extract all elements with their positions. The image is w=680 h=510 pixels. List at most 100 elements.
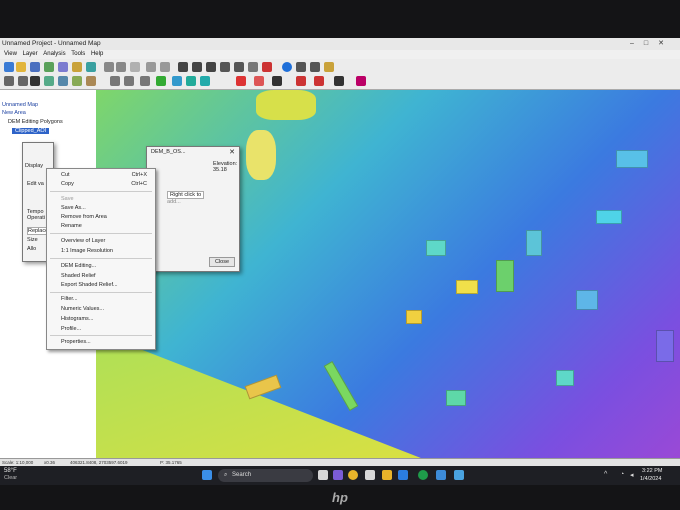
save-icon[interactable]	[30, 62, 40, 72]
value-field-hint[interactable]: Right click to	[167, 191, 205, 199]
menu-item-save-as[interactable]: Save As...	[61, 204, 86, 212]
font-icon[interactable]	[334, 76, 344, 86]
task-view-icon[interactable]	[318, 470, 328, 480]
layer-item-map[interactable]: Unnamed Map	[2, 102, 38, 108]
copy-icon[interactable]	[116, 62, 126, 72]
label-style-icon[interactable]	[356, 76, 366, 86]
chrome-icon[interactable]	[348, 470, 358, 480]
menu-item-profile[interactable]: Profile...	[61, 325, 81, 333]
menu-help[interactable]: Help	[91, 50, 103, 59]
rectangle-tool-icon[interactable]	[86, 76, 96, 86]
layer-icon[interactable]	[44, 62, 54, 72]
clock-time[interactable]: 3:22 PM	[642, 468, 662, 474]
menu-item-cut[interactable]: Cut	[61, 171, 70, 179]
menu-item-export-relief[interactable]: Export Shaded Relief...	[61, 281, 118, 289]
menu-item-remove[interactable]: Remove from Area	[61, 213, 107, 221]
table-icon[interactable]	[296, 62, 306, 72]
xbox-icon[interactable]	[418, 470, 428, 480]
close-button[interactable]: Close	[208, 257, 235, 267]
menu-layer[interactable]: Layer	[23, 50, 38, 59]
building	[446, 390, 466, 406]
measure-icon[interactable]	[310, 62, 320, 72]
layer-item-polygons[interactable]: DEM Editing Polygons	[8, 119, 63, 125]
3d-view-icon[interactable]	[172, 76, 182, 86]
close-icon[interactable]: ✕	[229, 148, 235, 156]
paste-icon[interactable]	[130, 62, 140, 72]
chat-icon[interactable]	[333, 470, 343, 480]
terrain-icon[interactable]	[186, 76, 196, 86]
crosshair-icon[interactable]	[236, 76, 246, 86]
volume-icon[interactable]: ◂	[630, 471, 634, 479]
raster-icon[interactable]	[72, 62, 82, 72]
edit-vertex-icon[interactable]	[18, 76, 28, 86]
wifi-icon[interactable]: ◔	[620, 471, 624, 478]
menu-item-dem-editing[interactable]: DEM Editing...	[61, 262, 96, 270]
window-controls[interactable]: –□✕	[630, 38, 674, 50]
building	[426, 240, 446, 256]
new-map-icon[interactable]	[4, 62, 14, 72]
weather-temp[interactable]: 58°F	[4, 468, 17, 474]
point-tool-icon[interactable]	[72, 76, 82, 86]
zoom-previous-icon[interactable]	[234, 62, 244, 72]
app-icon[interactable]	[436, 470, 446, 480]
menu-item-shaded-relief[interactable]: Shaded Relief	[61, 272, 96, 280]
zoom-in-icon[interactable]	[178, 62, 188, 72]
building	[596, 210, 622, 224]
line-color-icon[interactable]	[314, 76, 324, 86]
info-icon[interactable]	[282, 62, 292, 72]
menu-item-rename[interactable]: Rename	[61, 222, 82, 230]
store-icon[interactable]	[365, 470, 375, 480]
contour-icon[interactable]	[200, 76, 210, 86]
edge-icon[interactable]	[398, 470, 408, 480]
building	[616, 150, 648, 168]
zoom-out-icon[interactable]	[192, 62, 202, 72]
menu-view[interactable]: View	[4, 50, 17, 59]
file-explorer-icon[interactable]	[382, 470, 392, 480]
dem-icon[interactable]	[86, 62, 96, 72]
pan-icon[interactable]	[248, 62, 258, 72]
menu-item-histograms[interactable]: Histograms...	[61, 315, 93, 323]
digitize-icon[interactable]	[110, 76, 120, 86]
menu-tools[interactable]: Tools	[71, 50, 85, 59]
text-tool-icon[interactable]	[30, 76, 40, 86]
search-map-icon[interactable]	[324, 62, 334, 72]
draw-icon[interactable]	[272, 76, 282, 86]
select-arrow-icon[interactable]	[4, 76, 14, 86]
polygon-tool-icon[interactable]	[58, 76, 68, 86]
menu-item-overview[interactable]: Overview of Layer	[61, 237, 105, 245]
snap-icon[interactable]	[124, 76, 134, 86]
map-app-icon[interactable]	[454, 470, 464, 480]
menu-item-filter[interactable]: Filter...	[61, 295, 78, 303]
menu-item-copy[interactable]: Copy	[61, 180, 74, 188]
grid-icon[interactable]	[58, 62, 68, 72]
allow-checkbox[interactable]: Allo	[27, 246, 36, 252]
menu-analysis[interactable]: Analysis	[43, 50, 65, 59]
menu-item-save[interactable]: Save	[61, 195, 74, 203]
layer-item-clipped[interactable]: Clipped_AOI	[12, 128, 50, 134]
redo-icon[interactable]	[160, 62, 170, 72]
refresh-icon[interactable]	[262, 62, 272, 72]
building	[526, 230, 542, 256]
undo-icon[interactable]	[146, 62, 156, 72]
open-folder-icon[interactable]	[16, 62, 26, 72]
zoom-extent-icon[interactable]	[206, 62, 216, 72]
cut-icon[interactable]	[104, 62, 114, 72]
combine-icon[interactable]	[156, 76, 166, 86]
building	[456, 280, 478, 294]
tab-display[interactable]: Display	[25, 163, 43, 169]
toolbar	[0, 59, 680, 90]
value-field-hint-2: add...	[167, 199, 181, 205]
taskbar-search[interactable]: ⌕ Search	[218, 469, 313, 482]
line-tool-icon[interactable]	[44, 76, 54, 86]
tray-chevron-icon[interactable]: ^	[604, 471, 607, 478]
color-picker-icon[interactable]	[254, 76, 264, 86]
clock-date[interactable]: 1/4/2024	[640, 476, 661, 482]
start-icon[interactable]	[202, 470, 212, 480]
menu-item-resolution[interactable]: 1:1 Image Resolution	[61, 247, 113, 255]
menu-item-properties[interactable]: Properties...	[61, 338, 91, 346]
menu-item-numeric[interactable]: Numeric Values...	[61, 305, 104, 313]
fill-color-icon[interactable]	[296, 76, 306, 86]
layer-item-area[interactable]: New Area	[2, 110, 26, 116]
zoom-layer-icon[interactable]	[220, 62, 230, 72]
split-icon[interactable]	[140, 76, 150, 86]
